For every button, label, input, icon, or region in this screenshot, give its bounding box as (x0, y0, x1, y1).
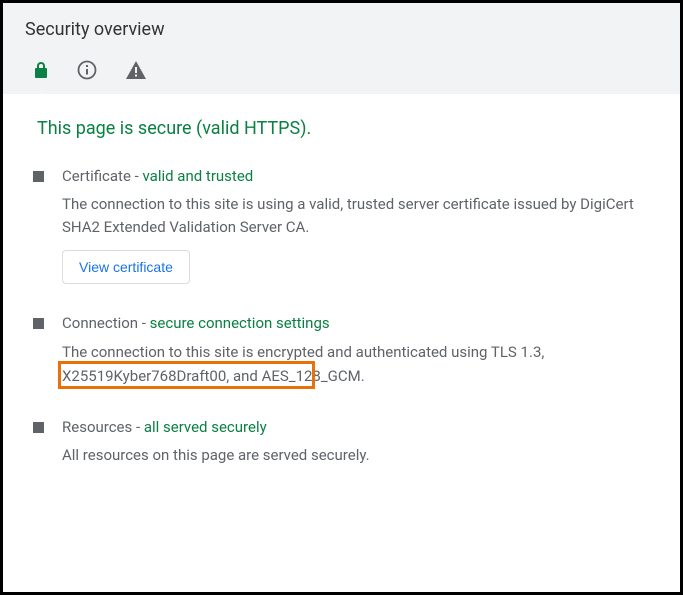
warning-icon (125, 60, 147, 80)
bullet-icon (33, 318, 44, 329)
tab-info[interactable] (73, 52, 101, 94)
secure-status-heading: This page is secure (valid HTTPS). (33, 118, 650, 139)
panel-title: Security overview (25, 19, 658, 40)
lock-icon (33, 61, 49, 79)
bullet-icon (33, 422, 44, 433)
connection-body: Connection - secure connection settings … (62, 314, 650, 388)
resources-section: Resources - all served securely All reso… (33, 418, 650, 479)
connection-label: Connection - (62, 314, 150, 332)
connection-title: Connection - secure connection settings (62, 314, 650, 332)
security-panel-header: Security overview (3, 3, 680, 94)
connection-status: secure connection settings (150, 314, 330, 332)
resources-body: Resources - all served securely All reso… (62, 418, 650, 479)
info-icon (77, 60, 97, 80)
certificate-description: The connection to this site is using a v… (62, 193, 650, 238)
security-panel-content: This page is secure (valid HTTPS). Certi… (3, 94, 680, 533)
certificate-label: Certificate - (62, 167, 143, 185)
certificate-section: Certificate - valid and trusted The conn… (33, 167, 650, 284)
certificate-title: Certificate - valid and trusted (62, 167, 650, 185)
connection-description: The connection to this site is encrypted… (62, 340, 650, 388)
resources-title: Resources - all served securely (62, 418, 650, 436)
tab-secure[interactable] (29, 53, 53, 93)
view-certificate-button[interactable]: View certificate (62, 250, 190, 284)
connection-section: Connection - secure connection settings … (33, 314, 650, 388)
resources-status: all served securely (144, 418, 267, 436)
certificate-body: Certificate - valid and trusted The conn… (62, 167, 650, 284)
connection-description-text: The connection to this site is encrypted… (62, 343, 544, 385)
security-tab-bar (25, 52, 658, 94)
resources-description: All resources on this page are served se… (62, 444, 650, 467)
bullet-icon (33, 171, 44, 182)
certificate-status: valid and trusted (143, 167, 254, 185)
tab-warning[interactable] (121, 52, 151, 94)
resources-label: Resources - (62, 418, 144, 436)
